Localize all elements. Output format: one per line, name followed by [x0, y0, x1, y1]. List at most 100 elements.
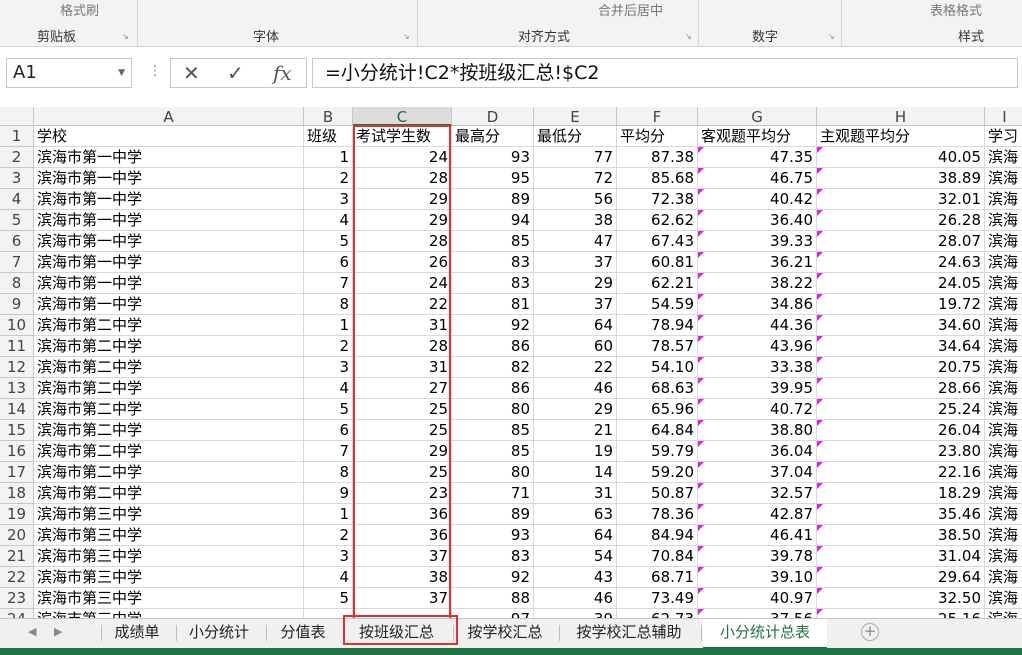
table-cell[interactable]: 滨海	[985, 588, 1022, 609]
table-cell[interactable]: 5	[304, 588, 353, 609]
table-cell[interactable]: 滨海市第二中学	[34, 399, 304, 420]
table-cell[interactable]: 80	[452, 462, 534, 483]
table-cell[interactable]: 32.50	[817, 588, 985, 609]
table-cell[interactable]: 32.01	[817, 189, 985, 210]
table-cell[interactable]: 4	[304, 210, 353, 231]
table-cell[interactable]: 89	[452, 504, 534, 525]
add-sheet-icon[interactable]: +	[861, 623, 879, 641]
table-cell[interactable]: 滨海市第二中学	[34, 357, 304, 378]
formula-input[interactable]: =小分统计!C2*按班级汇总!$C2	[312, 58, 1018, 88]
table-cell[interactable]: 24.05	[817, 273, 985, 294]
table-cell[interactable]: 68.63	[617, 378, 698, 399]
table-cell[interactable]: 28	[353, 336, 452, 357]
table-cell[interactable]: 37	[353, 588, 452, 609]
header-cell[interactable]: 班级	[304, 126, 353, 147]
table-cell[interactable]: 滨海市第三中学	[34, 525, 304, 546]
table-cell[interactable]: 43	[534, 567, 617, 588]
alignment-launcher-icon[interactable]: ↘	[685, 32, 692, 41]
table-cell[interactable]: 40.72	[698, 399, 817, 420]
row-header[interactable]: 6	[0, 231, 34, 252]
table-cell[interactable]: 31	[353, 315, 452, 336]
table-cell[interactable]: 8	[304, 294, 353, 315]
table-cell[interactable]: 滨海	[985, 441, 1022, 462]
table-cell[interactable]: 1	[304, 315, 353, 336]
column-header-h[interactable]: H	[817, 107, 985, 126]
table-cell[interactable]: 滨海	[985, 462, 1022, 483]
header-cell[interactable]: 最低分	[534, 126, 617, 147]
table-cell[interactable]: 滨海	[985, 189, 1022, 210]
table-cell[interactable]: 5	[304, 231, 353, 252]
table-cell[interactable]: 33.38	[698, 357, 817, 378]
table-cell[interactable]: 滨海	[985, 315, 1022, 336]
table-cell[interactable]: 滨海	[985, 252, 1022, 273]
table-cell[interactable]: 87.38	[617, 147, 698, 168]
table-format-button[interactable]: 表格格式	[930, 0, 982, 19]
table-cell[interactable]: 22	[534, 357, 617, 378]
table-cell[interactable]: 滨海市第二中学	[34, 315, 304, 336]
chevron-down-icon[interactable]: ▼	[118, 59, 125, 87]
table-cell[interactable]: 67.43	[617, 231, 698, 252]
table-cell[interactable]: 34.60	[817, 315, 985, 336]
table-cell[interactable]: 60	[534, 336, 617, 357]
table-cell[interactable]: 70.84	[617, 546, 698, 567]
table-cell[interactable]: 47.35	[698, 147, 817, 168]
table-cell[interactable]: 滨海市第三中学	[34, 546, 304, 567]
table-cell[interactable]: 滨海	[985, 231, 1022, 252]
table-cell[interactable]: 37	[534, 252, 617, 273]
table-cell[interactable]: 43.96	[698, 336, 817, 357]
table-cell[interactable]: 滨海	[985, 399, 1022, 420]
table-cell[interactable]: 4	[304, 378, 353, 399]
table-cell[interactable]: 滨海	[985, 336, 1022, 357]
clipboard-launcher-icon[interactable]: ↘	[122, 32, 129, 41]
table-cell[interactable]: 38	[534, 210, 617, 231]
table-cell[interactable]: 38	[353, 567, 452, 588]
table-cell[interactable]: 35.46	[817, 504, 985, 525]
table-cell[interactable]: 26	[353, 252, 452, 273]
table-cell[interactable]: 59.20	[617, 462, 698, 483]
table-cell[interactable]: 93	[452, 525, 534, 546]
table-cell[interactable]: 37.04	[698, 462, 817, 483]
table-cell[interactable]: 39.95	[698, 378, 817, 399]
table-cell[interactable]: 3	[304, 357, 353, 378]
table-cell[interactable]: 25	[353, 462, 452, 483]
table-cell[interactable]: 6	[304, 420, 353, 441]
table-cell[interactable]: 73.49	[617, 588, 698, 609]
table-cell[interactable]: 23.80	[817, 441, 985, 462]
table-cell[interactable]: 滨海	[985, 483, 1022, 504]
table-cell[interactable]: 滨海市第二中学	[34, 483, 304, 504]
table-cell[interactable]: 64	[534, 315, 617, 336]
table-cell[interactable]: 38.22	[698, 273, 817, 294]
table-cell[interactable]: 滨海	[985, 273, 1022, 294]
table-cell[interactable]: 46.41	[698, 525, 817, 546]
column-header-i[interactable]: I	[985, 107, 1022, 126]
row-header[interactable]: 16	[0, 441, 34, 462]
table-cell[interactable]: 23	[353, 483, 452, 504]
table-cell[interactable]: 滨海	[985, 210, 1022, 231]
table-cell[interactable]: 68.71	[617, 567, 698, 588]
table-cell[interactable]: 36.40	[698, 210, 817, 231]
table-cell[interactable]: 36.21	[698, 252, 817, 273]
table-cell[interactable]: 29	[534, 273, 617, 294]
table-cell[interactable]: 42.87	[698, 504, 817, 525]
table-cell[interactable]: 64	[534, 525, 617, 546]
table-cell[interactable]: 80	[452, 399, 534, 420]
row-header[interactable]: 1	[0, 126, 34, 147]
table-cell[interactable]: 85.68	[617, 168, 698, 189]
table-cell[interactable]: 滨海	[985, 357, 1022, 378]
table-cell[interactable]: 滨海	[985, 378, 1022, 399]
sheet-tab[interactable]: 成绩单	[103, 619, 171, 647]
number-launcher-icon[interactable]: ↘	[828, 32, 835, 41]
table-cell[interactable]: 78.94	[617, 315, 698, 336]
table-cell[interactable]: 25	[353, 399, 452, 420]
table-cell[interactable]: 滨海市第二中学	[34, 378, 304, 399]
table-cell[interactable]: 36	[353, 525, 452, 546]
table-cell[interactable]: 92	[452, 315, 534, 336]
table-cell[interactable]: 滨海	[985, 546, 1022, 567]
table-cell[interactable]: 44.36	[698, 315, 817, 336]
drag-handle-icon[interactable]: ⋮	[148, 63, 162, 79]
table-cell[interactable]: 38.80	[698, 420, 817, 441]
row-header[interactable]: 13	[0, 378, 34, 399]
table-cell[interactable]: 50.87	[617, 483, 698, 504]
table-cell[interactable]: 31	[534, 483, 617, 504]
table-cell[interactable]: 滨海市第二中学	[34, 420, 304, 441]
